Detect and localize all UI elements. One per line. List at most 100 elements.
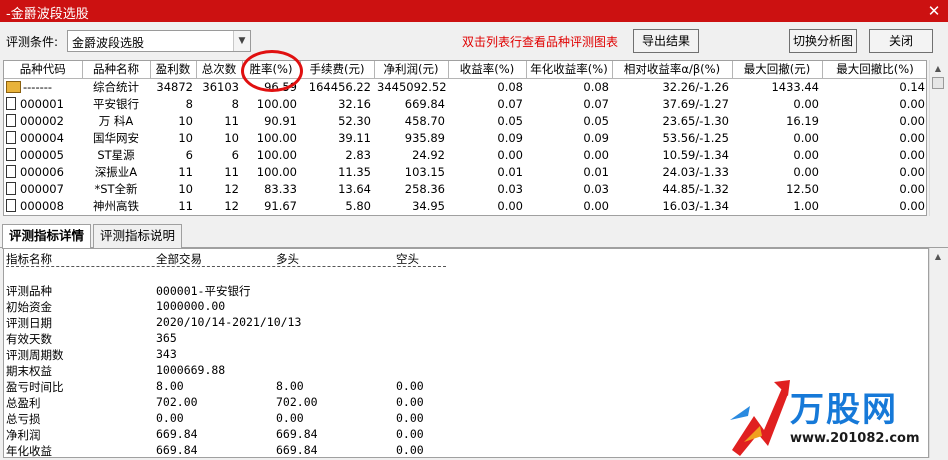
- table-cell: 100.00: [242, 163, 300, 180]
- window-close-icon[interactable]: ✕: [924, 1, 944, 21]
- column-header[interactable]: 最大回撤(元): [732, 61, 823, 79]
- cell-text: 12: [224, 198, 239, 213]
- cell-code: 000002: [4, 112, 82, 129]
- cell-text: 0.00: [899, 164, 925, 179]
- close-button[interactable]: 关闭: [869, 29, 933, 53]
- detail-short-value: 0.00: [396, 395, 424, 409]
- watermark-brand: 万股网: [790, 390, 898, 430]
- table-scrollbar[interactable]: ▲: [929, 60, 946, 216]
- column-header[interactable]: 年化收益率(%): [526, 61, 613, 79]
- detail-all-value: 1000000.00: [156, 299, 226, 313]
- detail-short-value: 0.00: [396, 411, 424, 425]
- detail-metric-name: 评测日期: [6, 316, 52, 330]
- table-cell: 0.00: [732, 95, 822, 112]
- table-cell: 0.00: [448, 146, 526, 163]
- cell-text: 万 科A: [98, 113, 134, 128]
- table-cell: 91.67: [242, 197, 300, 214]
- cell-text: 32.16: [338, 96, 371, 111]
- table-cell: 0.05: [448, 112, 526, 129]
- cell-text: -------: [23, 79, 53, 94]
- cell-text: 11.35: [338, 164, 371, 179]
- column-header[interactable]: 收益率(%): [448, 61, 527, 79]
- table-row[interactable]: 000005 ST星源 6 6 100.00 2.83 24.92 0.00 0.00 10.59…: [4, 146, 926, 163]
- detail-metric-name: 总盈利: [6, 396, 41, 410]
- chevron-down-icon[interactable]: ▼: [233, 31, 250, 51]
- cell-text: 2.83: [345, 147, 371, 162]
- cell-text: 000001: [20, 96, 64, 111]
- table-cell: 24.92: [374, 146, 448, 163]
- table-cell: 458.70: [374, 112, 448, 129]
- column-header[interactable]: 品种名称: [82, 61, 151, 79]
- column-header[interactable]: 净利润(元): [374, 61, 449, 79]
- column-header[interactable]: 品种代码: [4, 61, 83, 79]
- table-cell: 0.00: [822, 197, 926, 214]
- cell-name: 综合统计: [82, 78, 150, 95]
- table-row[interactable]: 000004 国华网安 10 10 100.00 39.11 935.89 0.09 0.09 5…: [4, 129, 926, 146]
- detail-metric-name: 评测品种: [6, 284, 52, 298]
- table-cell: 13.64: [300, 180, 374, 197]
- cell-name: 国华网安: [82, 129, 150, 146]
- scroll-up-icon[interactable]: ▲: [930, 60, 946, 77]
- detail-all-value: 0.00: [156, 411, 184, 425]
- cell-text: 0.14: [899, 79, 925, 94]
- table-cell: 0.00: [526, 197, 612, 214]
- tab-indicator-details[interactable]: 评测指标详情: [2, 224, 92, 249]
- table-row[interactable]: 000007 *ST全新 10 12 83.33 13.64 258.36 0.03 0.03 4…: [4, 180, 926, 197]
- hint-text: 双击列表行查看品种评测图表: [462, 35, 619, 49]
- scroll-thumb[interactable]: [932, 77, 944, 89]
- cell-text: 458.70: [404, 113, 445, 128]
- column-header[interactable]: 最大回撤比(%): [822, 61, 926, 79]
- title-bar: -金爵波段选股 ✕: [0, 0, 948, 22]
- column-header[interactable]: 盈利数: [150, 61, 197, 79]
- detail-header-name: 指标名称: [6, 252, 52, 266]
- cell-text: 12: [224, 181, 239, 196]
- detail-long-value: 0.00: [276, 411, 304, 425]
- detail-metric-name: 年化收益: [6, 444, 52, 458]
- table-row[interactable]: 000001 平安银行 8 8 100.00 32.16 669.84 0.07 0.07 37.…: [4, 95, 926, 112]
- column-header[interactable]: 相对收益率α/β(%): [612, 61, 733, 79]
- table-cell: 34872: [150, 78, 196, 95]
- table-cell: 258.36: [374, 180, 448, 197]
- condition-select[interactable]: 金爵波段选股 ▼: [67, 30, 251, 52]
- detail-all-value: 669.84: [156, 427, 198, 441]
- table-cell: 11: [196, 163, 242, 180]
- cell-text: 83.33: [264, 181, 297, 196]
- export-button[interactable]: 导出结果: [633, 29, 699, 53]
- cell-code: 000008: [4, 197, 82, 214]
- watermark: 万股网 www.201082.com: [724, 376, 924, 460]
- tab-indicator-explanation[interactable]: 评测指标说明: [93, 224, 183, 248]
- window-title: -金爵波段选股: [6, 7, 89, 22]
- table-cell: 44.85/-1.32: [612, 180, 732, 197]
- table-row[interactable]: 000002 万 科A 10 11 90.91 52.30 458.70 0.05 0.05 23…: [4, 112, 926, 129]
- detail-row: 年化收益 669.84 669.84 0.00: [6, 443, 424, 458]
- cell-text: 24.92: [412, 147, 445, 162]
- cell-code: 000006: [4, 163, 82, 180]
- condition-select-value: 金爵波段选股: [72, 36, 145, 50]
- table-row[interactable]: 000008 神州高铁 11 12 91.67 5.80 34.95 0.00 0.00 16.0…: [4, 197, 926, 214]
- detail-row: 盈亏时间比 8.00 8.00 0.00: [6, 379, 424, 395]
- detail-scrollbar[interactable]: ▲: [929, 248, 946, 458]
- table-cell: 0.05: [526, 112, 612, 129]
- results-table[interactable]: 品种代码 品种名称 盈利数 总次数 胜率(%) 手续费(元) 净利润(元) 收益…: [3, 60, 927, 216]
- cell-text: 100.00: [256, 164, 297, 179]
- scroll-up-icon[interactable]: ▲: [930, 248, 946, 265]
- table-cell: 37.69/-1.27: [612, 95, 732, 112]
- table-cell: 5.80: [300, 197, 374, 214]
- cell-text: 23.65/-1.30: [662, 113, 729, 128]
- switch-chart-button[interactable]: 切换分析图: [789, 29, 857, 53]
- table-cell: 8: [196, 95, 242, 112]
- cell-text: 平安银行: [93, 96, 139, 111]
- cell-text: 0.03: [583, 181, 609, 196]
- cell-text: 10: [224, 130, 239, 145]
- detail-all-value: 000001-平安银行: [156, 284, 251, 298]
- watermark-logo-icon: [730, 380, 790, 456]
- detail-all-value: 669.84: [156, 443, 198, 457]
- column-header[interactable]: 总次数: [196, 61, 243, 79]
- table-cell: 0.07: [448, 95, 526, 112]
- cell-text: 综合统计: [93, 79, 139, 94]
- column-header[interactable]: 手续费(元): [300, 61, 375, 79]
- table-row[interactable]: 000006 深振业A 11 11 100.00 11.35 103.15 0.01 0.01 2…: [4, 163, 926, 180]
- cell-code: 000004: [4, 129, 82, 146]
- cell-text: 3445092.52: [377, 79, 447, 94]
- table-row[interactable]: ------- 综合统计 34872 36103 96.59 164456.22 34450…: [4, 78, 926, 95]
